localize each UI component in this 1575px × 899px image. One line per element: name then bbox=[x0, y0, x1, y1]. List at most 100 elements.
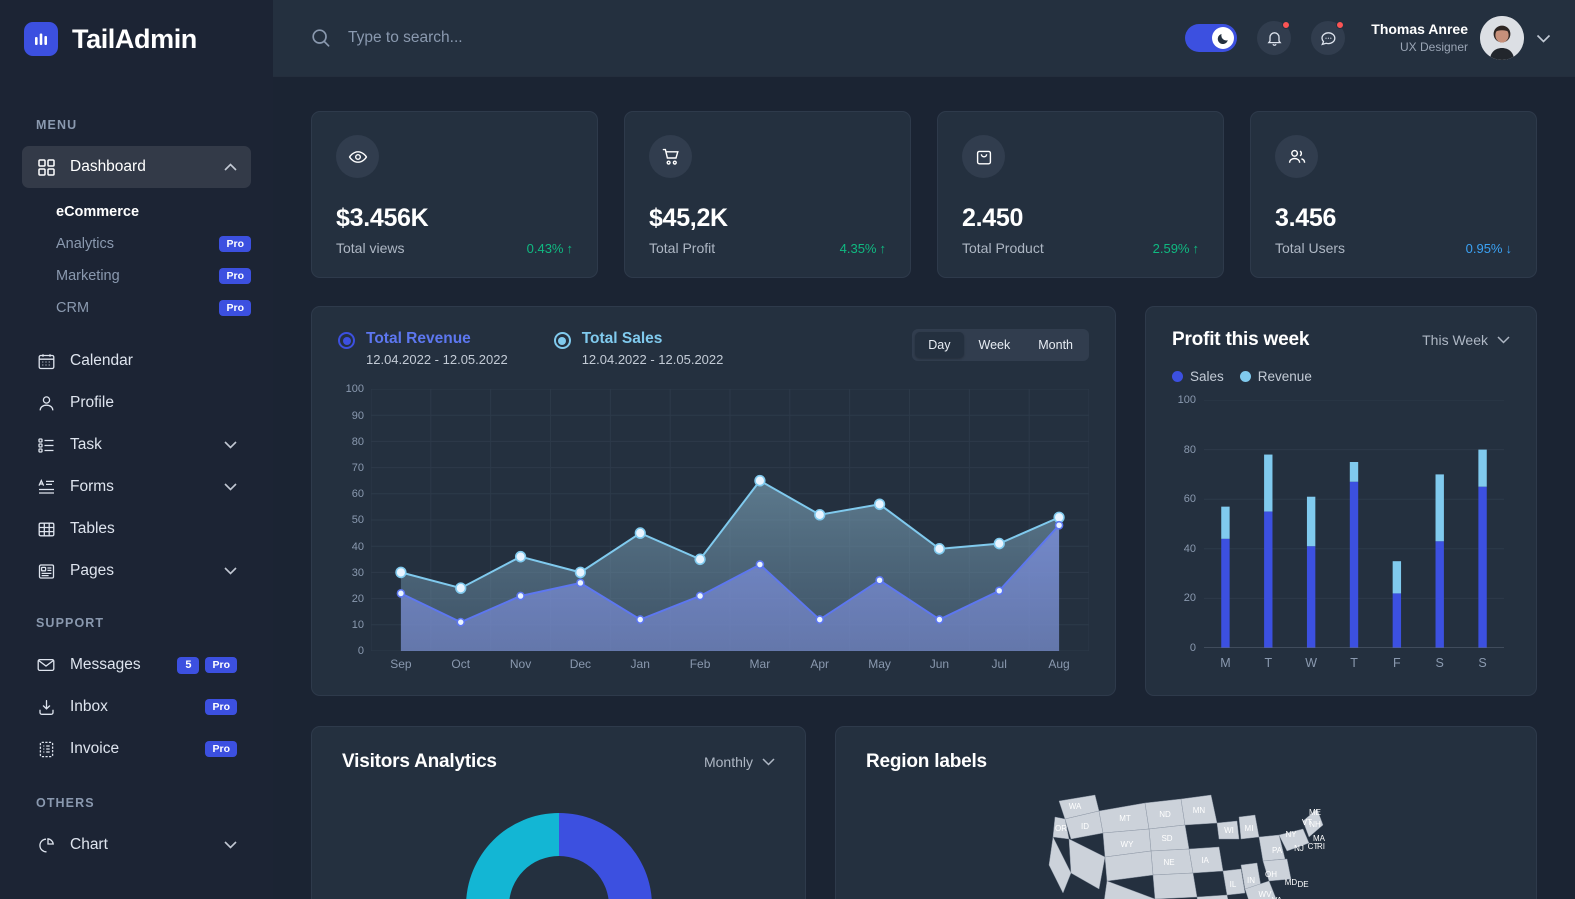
stat-delta-value: 4.35% bbox=[839, 240, 877, 256]
sidebar-item-tables[interactable]: Tables bbox=[22, 508, 251, 550]
svg-text:IA: IA bbox=[1201, 856, 1209, 865]
sidebar-item-dashboard[interactable]: Dashboard bbox=[22, 146, 251, 188]
period-week-button[interactable]: Week bbox=[966, 332, 1024, 358]
revenue-chart-panel: Total Revenue 12.04.2022 - 12.05.2022 To… bbox=[311, 306, 1116, 697]
legend-label: Sales bbox=[1190, 369, 1224, 384]
chevron-down-icon bbox=[224, 567, 237, 575]
messages-button[interactable] bbox=[1311, 21, 1346, 55]
user-menu[interactable]: Thomas Anree UX Designer bbox=[1371, 16, 1551, 60]
revenue-chart-header: Total Revenue 12.04.2022 - 12.05.2022 To… bbox=[338, 329, 1089, 367]
svg-text:MD: MD bbox=[1285, 878, 1298, 887]
x-tick-label: T bbox=[1264, 656, 1273, 670]
stat-label: Total Product bbox=[962, 240, 1044, 256]
chevron-up-icon bbox=[224, 163, 237, 171]
stat-value: $3.456K bbox=[336, 204, 429, 232]
sidebar-item-profile[interactable]: Profile bbox=[22, 382, 251, 424]
stat-footer: Total Profit 4.35% ↑ bbox=[649, 240, 886, 256]
x-tick-label: Aug bbox=[1048, 657, 1070, 672]
sidebar-item-label: Messages bbox=[70, 656, 141, 673]
messages-badges: 5 Pro bbox=[177, 656, 237, 674]
y-tick-label: 40 bbox=[1183, 542, 1196, 555]
sidebar-item-inbox[interactable]: Inbox Pro bbox=[22, 686, 251, 728]
sidebar-item-label: Inbox bbox=[70, 698, 108, 715]
sidebar-item-calendar[interactable]: Calendar bbox=[22, 340, 251, 382]
dark-mode-toggle[interactable] bbox=[1185, 24, 1238, 52]
stat-value: $45,2K bbox=[649, 204, 728, 232]
search-input[interactable] bbox=[348, 29, 668, 47]
brand-logo[interactable]: TailAdmin bbox=[0, 0, 273, 56]
stat-label: Total views bbox=[336, 240, 405, 256]
stat-delta: 2.59% ↑ bbox=[1153, 241, 1199, 256]
grid-icon bbox=[36, 157, 56, 177]
sidebar-subitem-analytics[interactable]: Analytics Pro bbox=[56, 228, 251, 260]
sidebar-item-label: Invoice bbox=[70, 740, 120, 757]
us-map-icon[interactable]: WA OR ID MT ND MN WI MI SD WY NE IA IL IN OH PANY N… bbox=[1041, 781, 1331, 899]
sidebar-item-task[interactable]: Task bbox=[22, 424, 251, 466]
users-icon bbox=[1275, 135, 1318, 178]
sidebar-item-label: Forms bbox=[70, 478, 114, 495]
search-icon bbox=[311, 28, 331, 48]
sidebar-subitem-label: Marketing bbox=[56, 268, 120, 284]
svg-text:NE: NE bbox=[1163, 858, 1174, 867]
x-tick-label: M bbox=[1220, 656, 1231, 670]
sidebar-subitem-ecommerce[interactable]: eCommerce bbox=[56, 196, 251, 228]
svg-text:NJ: NJ bbox=[1294, 844, 1304, 853]
svg-text:OR: OR bbox=[1055, 824, 1067, 833]
user-name: Thomas Anree bbox=[1371, 21, 1468, 38]
profit-y-axis: 0 20 40 60 80 100 bbox=[1172, 394, 1196, 654]
profit-period-dropdown[interactable]: This Week bbox=[1422, 332, 1510, 348]
sidebar-item-invoice[interactable]: Invoice Pro bbox=[22, 728, 251, 770]
y-tick-label: 80 bbox=[351, 435, 364, 448]
chevron-down-icon bbox=[224, 483, 237, 491]
sidebar-subitem-crm[interactable]: CRM Pro bbox=[56, 292, 251, 324]
x-tick-label: T bbox=[1350, 656, 1358, 670]
panel-title: Profit this week bbox=[1172, 329, 1310, 350]
panel-title: Visitors Analytics bbox=[342, 751, 497, 773]
x-tick-label: Apr bbox=[810, 657, 830, 672]
legend-total-sales[interactable]: Total Sales 12.04.2022 - 12.05.2022 bbox=[553, 329, 723, 367]
y-tick-label: 10 bbox=[351, 619, 364, 632]
visitors-period-dropdown[interactable]: Monthly bbox=[704, 754, 775, 770]
period-month-button[interactable]: Month bbox=[1025, 332, 1086, 358]
trend-down-icon: ↓ bbox=[1505, 240, 1513, 256]
pro-badge: Pro bbox=[219, 299, 251, 317]
stat-delta-value: 0.95% bbox=[1465, 240, 1503, 256]
sidebar-item-label: Dashboard bbox=[70, 158, 146, 175]
y-tick-label: 20 bbox=[1183, 592, 1196, 605]
search-bar[interactable] bbox=[311, 28, 1185, 48]
main-area: Thomas Anree UX Designer bbox=[273, 0, 1575, 899]
sidebar-item-pages[interactable]: Pages bbox=[22, 550, 251, 592]
chevron-down-icon bbox=[1497, 336, 1510, 344]
sidebar-subitem-marketing[interactable]: Marketing Pro bbox=[56, 260, 251, 292]
svg-text:WA: WA bbox=[1069, 802, 1082, 811]
revenue-y-axis: 0 10 20 30 40 50 60 70 80 90 100 bbox=[338, 383, 364, 657]
sidebar-item-chart[interactable]: Chart bbox=[22, 824, 251, 866]
profit-bar-chart: 0 20 40 60 80 100 M T W T F S S bbox=[1172, 394, 1510, 675]
stat-delta: 4.35% ↑ bbox=[840, 241, 886, 256]
period-day-button[interactable]: Day bbox=[915, 332, 964, 358]
stat-value: 2.450 bbox=[962, 204, 1024, 232]
x-tick-label: S bbox=[1478, 656, 1487, 670]
pro-badge: Pro bbox=[219, 267, 251, 285]
profit-chart-header: Profit this week This Week bbox=[1172, 329, 1510, 351]
stat-delta: 0.43% ↑ bbox=[527, 241, 573, 256]
x-tick-label: Mar bbox=[749, 657, 771, 672]
y-tick-label: 40 bbox=[351, 540, 364, 553]
cart-icon bbox=[649, 135, 692, 178]
notifications-button[interactable] bbox=[1257, 21, 1292, 55]
us-map-container: WA OR ID MT ND MN WI MI SD WY NE IA IL IN OH PA NY N… bbox=[866, 781, 1506, 899]
sidebar-item-forms[interactable]: Forms bbox=[22, 466, 251, 508]
svg-text:ND: ND bbox=[1159, 810, 1171, 819]
svg-text:OH: OH bbox=[1265, 870, 1277, 879]
legend-sales: Sales bbox=[1172, 369, 1224, 384]
trend-up-icon: ↑ bbox=[566, 240, 574, 256]
bottom-row: Visitors Analytics Monthly Region labels… bbox=[311, 726, 1537, 899]
bar-chart-logo-icon bbox=[24, 22, 58, 56]
y-tick-label: 20 bbox=[351, 592, 364, 605]
pro-badge: Pro bbox=[205, 656, 237, 674]
sidebar-item-messages[interactable]: Messages 5 Pro bbox=[22, 644, 251, 686]
legend-total-revenue[interactable]: Total Revenue 12.04.2022 - 12.05.2022 bbox=[338, 329, 508, 367]
table-icon bbox=[36, 519, 56, 539]
revenue-area-chart: 0 10 20 30 40 50 60 70 80 90 100 Sep Oct Nov Dec Jan Fe… bbox=[338, 383, 1089, 677]
profit-x-axis: MTWTFSS bbox=[1204, 656, 1504, 670]
